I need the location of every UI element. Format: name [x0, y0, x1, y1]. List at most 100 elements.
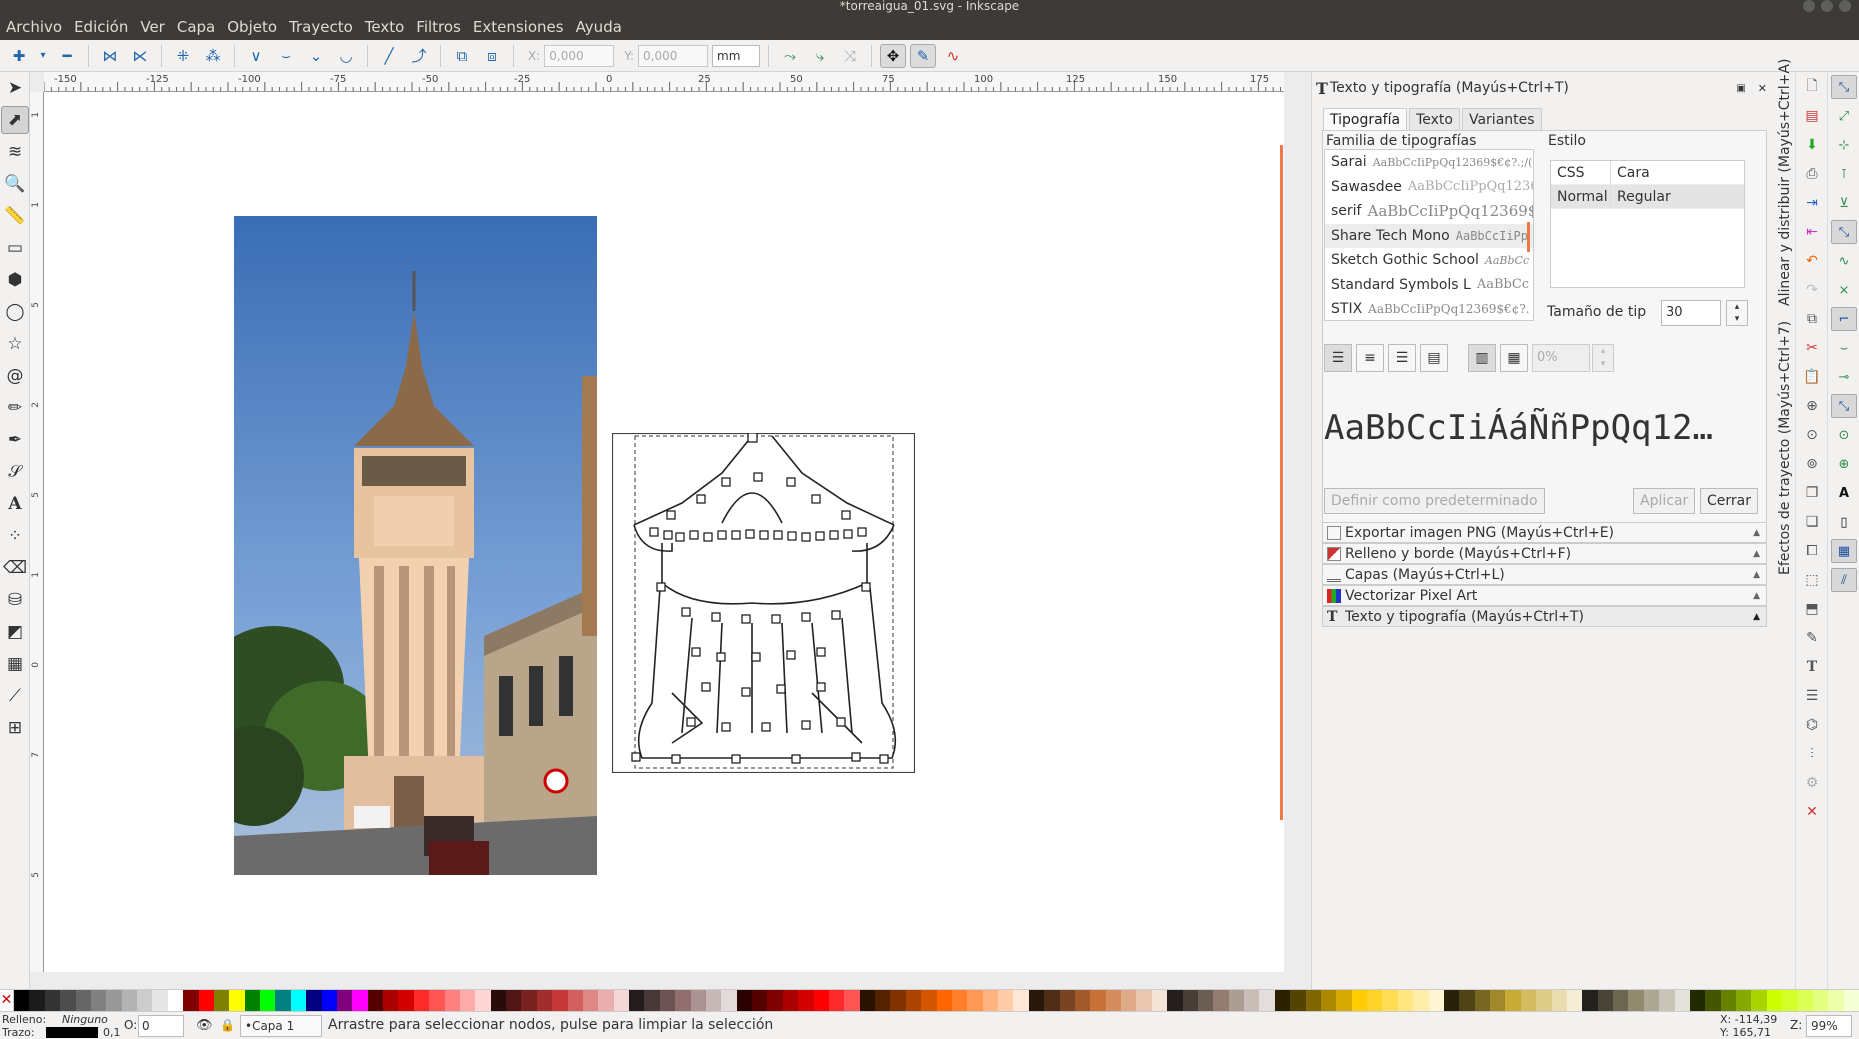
preferences-icon[interactable]: ⚙ — [1798, 771, 1826, 795]
unlink-clone-icon[interactable]: ⧠ — [1798, 539, 1826, 563]
color-swatch[interactable] — [306, 990, 322, 1011]
snap-text-baseline-icon[interactable]: A — [1831, 481, 1857, 505]
node-tool-icon[interactable]: ⬈ — [1, 106, 29, 134]
line-spacing-input[interactable]: 0% — [1532, 344, 1590, 372]
new-document-icon[interactable]: 🗋 — [1798, 75, 1826, 99]
undo-icon[interactable]: ↶ — [1798, 249, 1826, 273]
color-swatch[interactable] — [1259, 990, 1275, 1011]
color-swatch[interactable] — [1505, 990, 1521, 1011]
dock-item-text-font[interactable]: T Texto y tipografía (Mayús+Ctrl+T) ▲ — [1322, 606, 1767, 627]
eye-icon[interactable]: 👁 — [196, 1018, 213, 1033]
cut-icon[interactable]: ✂ — [1798, 336, 1826, 360]
color-swatch[interactable] — [1766, 990, 1783, 1011]
color-swatch[interactable] — [121, 990, 137, 1011]
zoom-tool-icon[interactable]: 🔍 — [1, 170, 29, 198]
color-swatch[interactable] — [1628, 990, 1644, 1011]
snap-rotation-center-icon[interactable]: ⊕ — [1831, 452, 1857, 476]
show-transform-handles-icon[interactable]: ✥ — [880, 43, 907, 68]
spiral-tool-icon[interactable]: @ — [1, 362, 29, 390]
color-swatch[interactable] — [1474, 990, 1490, 1011]
zoom-page-icon[interactable]: ⊚ — [1798, 452, 1826, 476]
minimize-button[interactable] — [1803, 0, 1815, 12]
font-family-list[interactable]: Sarai AaBbCcIiPpQq12369$€¢?.;/() Sawasdee… — [1324, 149, 1534, 321]
list-item[interactable]: Sawasdee AaBbCcIiPpQq12369 — [1325, 175, 1533, 200]
align-right-icon[interactable]: ☰ — [1388, 344, 1416, 372]
color-swatch[interactable] — [844, 990, 860, 1011]
zoom-drawing-icon[interactable]: ⊙ — [1798, 423, 1826, 447]
gradient-tool-icon[interactable]: ◩ — [1, 618, 29, 646]
show-clip-path-icon[interactable]: ⤳ — [777, 44, 803, 68]
color-swatch[interactable] — [1074, 990, 1091, 1011]
dock-item-fill-stroke[interactable]: Relleno y borde (Mayús+Ctrl+F) ▲ — [1322, 543, 1767, 564]
zoom-selection-icon[interactable]: ⊕ — [1798, 394, 1826, 418]
show-handles-icon[interactable]: ✎ — [910, 43, 937, 68]
list-item[interactable]: Sketch Gothic School AaBbCc — [1325, 248, 1533, 273]
align-dialog-icon[interactable]: ⫶ — [1798, 742, 1826, 766]
color-swatch[interactable] — [1059, 990, 1075, 1011]
show-path-effects-icon[interactable]: ⤨ — [837, 44, 863, 68]
color-swatch[interactable] — [14, 990, 30, 1011]
connector-tool-icon[interactable]: ⊞ — [1, 714, 29, 742]
color-swatch[interactable] — [44, 990, 61, 1011]
pen-tool-icon[interactable]: ✒ — [1, 426, 29, 454]
color-swatch[interactable] — [229, 990, 245, 1011]
color-swatch[interactable] — [1121, 990, 1137, 1011]
color-swatch[interactable] — [459, 990, 476, 1011]
import-icon[interactable]: ⇥ — [1798, 191, 1826, 215]
color-swatch[interactable] — [982, 990, 998, 1011]
color-swatch[interactable] — [167, 990, 184, 1011]
color-swatch[interactable] — [275, 990, 291, 1011]
menu-objeto[interactable]: Objeto — [221, 18, 283, 36]
eraser-tool-icon[interactable]: ⌫ — [1, 554, 29, 582]
color-swatch[interactable] — [1320, 990, 1337, 1011]
color-swatch[interactable] — [475, 990, 491, 1011]
tab-texto[interactable]: Texto — [1409, 108, 1460, 131]
y-coordinate-input[interactable]: 0,000 — [638, 44, 709, 67]
snap-path-icon[interactable]: ∿ — [1831, 249, 1857, 273]
color-swatch[interactable] — [1290, 990, 1306, 1011]
color-swatch[interactable] — [429, 990, 445, 1011]
snap-intersection-icon[interactable]: ⨯ — [1831, 278, 1857, 302]
color-swatch[interactable] — [936, 990, 952, 1011]
unit-select[interactable]: mm — [712, 44, 761, 67]
color-swatch[interactable] — [690, 990, 706, 1011]
snap-others-icon[interactable]: ⤡ — [1831, 394, 1857, 418]
color-swatch[interactable] — [1643, 990, 1660, 1011]
color-swatch[interactable] — [106, 990, 122, 1011]
color-swatch[interactable] — [1397, 990, 1414, 1011]
color-swatch[interactable] — [1490, 990, 1506, 1011]
color-swatch[interactable] — [1028, 990, 1045, 1011]
tab-tipografia[interactable]: Tipografía — [1323, 108, 1408, 131]
snap-guide-icon[interactable]: ⫽ — [1831, 568, 1857, 592]
color-swatch[interactable] — [1382, 990, 1398, 1011]
copy-icon[interactable]: ⧉ — [1798, 307, 1826, 331]
color-swatch[interactable] — [183, 990, 199, 1011]
color-swatch[interactable] — [1213, 990, 1229, 1011]
menu-ayuda[interactable]: Ayuda — [570, 18, 628, 36]
color-swatch[interactable] — [137, 990, 153, 1011]
color-swatch[interactable] — [905, 990, 922, 1011]
color-swatch[interactable] — [1659, 990, 1675, 1011]
color-swatch[interactable] — [244, 990, 260, 1011]
color-swatch[interactable] — [490, 990, 506, 1011]
color-swatch[interactable] — [644, 990, 660, 1011]
layer-select[interactable]: •Capa 1 — [240, 1015, 322, 1037]
color-swatch[interactable] — [1013, 990, 1029, 1011]
pencil-tool-icon[interactable]: ✏ — [1, 394, 29, 422]
node-cusp-icon[interactable]: ∨ — [243, 44, 269, 68]
export-icon[interactable]: ⇤ — [1798, 220, 1826, 244]
snap-bbox-icon[interactable]: ⤢ — [1831, 104, 1857, 128]
dock-item-trace-pixel-art[interactable]: Vectorizar Pixel Art ▲ — [1322, 585, 1767, 606]
color-swatch[interactable] — [1167, 990, 1183, 1011]
xml-editor-icon[interactable]: ⌬ — [1798, 713, 1826, 737]
color-swatch[interactable] — [1520, 990, 1537, 1011]
color-swatch[interactable] — [1090, 990, 1106, 1011]
snap-bbox-edge-icon[interactable]: ⊹ — [1831, 133, 1857, 157]
stroke-width-value[interactable]: 0,1 — [103, 1026, 121, 1039]
color-swatch[interactable] — [1367, 990, 1383, 1011]
redo-icon[interactable]: ↷ — [1798, 278, 1826, 302]
spray-tool-icon[interactable]: ⁘ — [1, 522, 29, 550]
color-swatch[interactable] — [598, 990, 614, 1011]
tweak-tool-icon[interactable]: ≋ — [1, 138, 29, 166]
color-swatch[interactable] — [752, 990, 768, 1011]
